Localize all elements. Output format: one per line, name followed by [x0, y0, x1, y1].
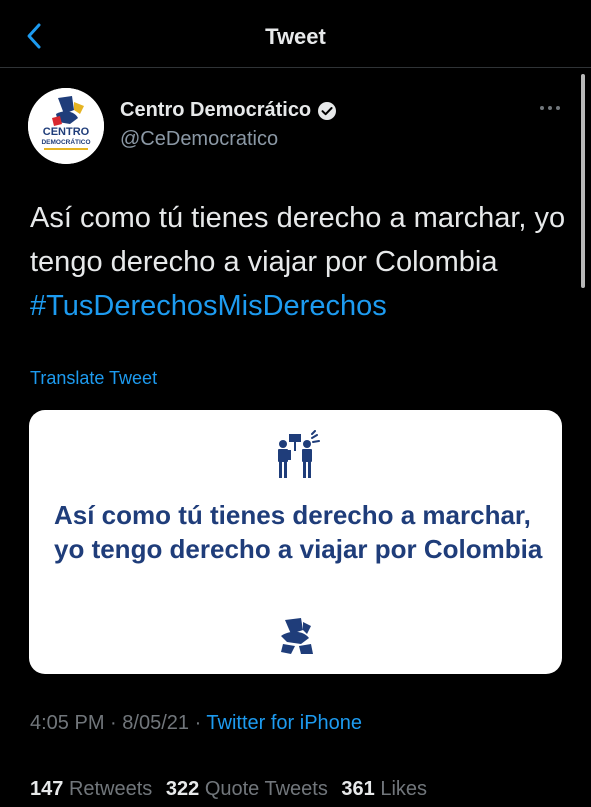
tweet-stats: 147 Retweets 322 Quote Tweets 361 Likes: [30, 778, 435, 801]
tweet-meta: 4:05 PM · 8/05/21 · Twitter for iPhone: [30, 712, 362, 735]
tweet-source-link[interactable]: Twitter for iPhone: [206, 712, 362, 734]
retweets-count: 147: [30, 778, 64, 800]
tweet-image-card[interactable]: Así como tú tienes derecho a marchar, yo…: [29, 410, 562, 674]
top-bar: Tweet: [0, 0, 591, 68]
verified-badge-icon: [318, 101, 337, 120]
centro-democratico-logo-icon: CENTRO DEMOCRÁTICO: [28, 88, 104, 164]
retweets-stat[interactable]: 147 Retweets: [30, 778, 152, 800]
more-options-button[interactable]: [536, 98, 564, 118]
tweet-text: Así como tú tienes derecho a marchar, yo…: [30, 196, 570, 328]
likes-stat[interactable]: 361 Likes: [341, 778, 427, 800]
tweet-time[interactable]: 4:05 PM: [30, 712, 104, 734]
avatar[interactable]: CENTRO DEMOCRÁTICO: [28, 88, 104, 164]
svg-text:CENTRO: CENTRO: [43, 126, 90, 138]
card-text: Así como tú tienes derecho a marchar, yo…: [54, 500, 543, 564]
party-logo-icon: [281, 618, 313, 654]
meta-separator: ·: [110, 712, 123, 734]
marching-people-icon: [278, 430, 320, 478]
author-name-row[interactable]: Centro Democrático: [120, 99, 337, 122]
quote-tweets-label: Quote Tweets: [204, 778, 328, 800]
more-dots-icon: [540, 106, 560, 110]
tweet-body: Así como tú tienes derecho a marchar, yo…: [30, 202, 566, 278]
page-title: Tweet: [265, 24, 326, 49]
scrollbar[interactable]: [581, 74, 585, 288]
author-name[interactable]: Centro Democrático: [120, 99, 311, 122]
quote-tweets-count: 322: [165, 778, 200, 800]
svg-text:DEMOCRÁTICO: DEMOCRÁTICO: [41, 137, 90, 146]
likes-count: 361: [341, 778, 375, 800]
retweets-label: Retweets: [68, 778, 153, 800]
translate-tweet-link[interactable]: Translate Tweet: [30, 368, 157, 389]
meta-separator: ·: [194, 712, 207, 734]
quote-tweets-stat[interactable]: 322 Quote Tweets: [166, 778, 328, 800]
likes-label: Likes: [380, 778, 428, 800]
author-handle[interactable]: @CeDemocratico: [120, 128, 278, 151]
hashtag-link[interactable]: #TusDerechosMisDerechos: [30, 290, 387, 322]
tweet-date[interactable]: 8/05/21: [122, 712, 189, 734]
